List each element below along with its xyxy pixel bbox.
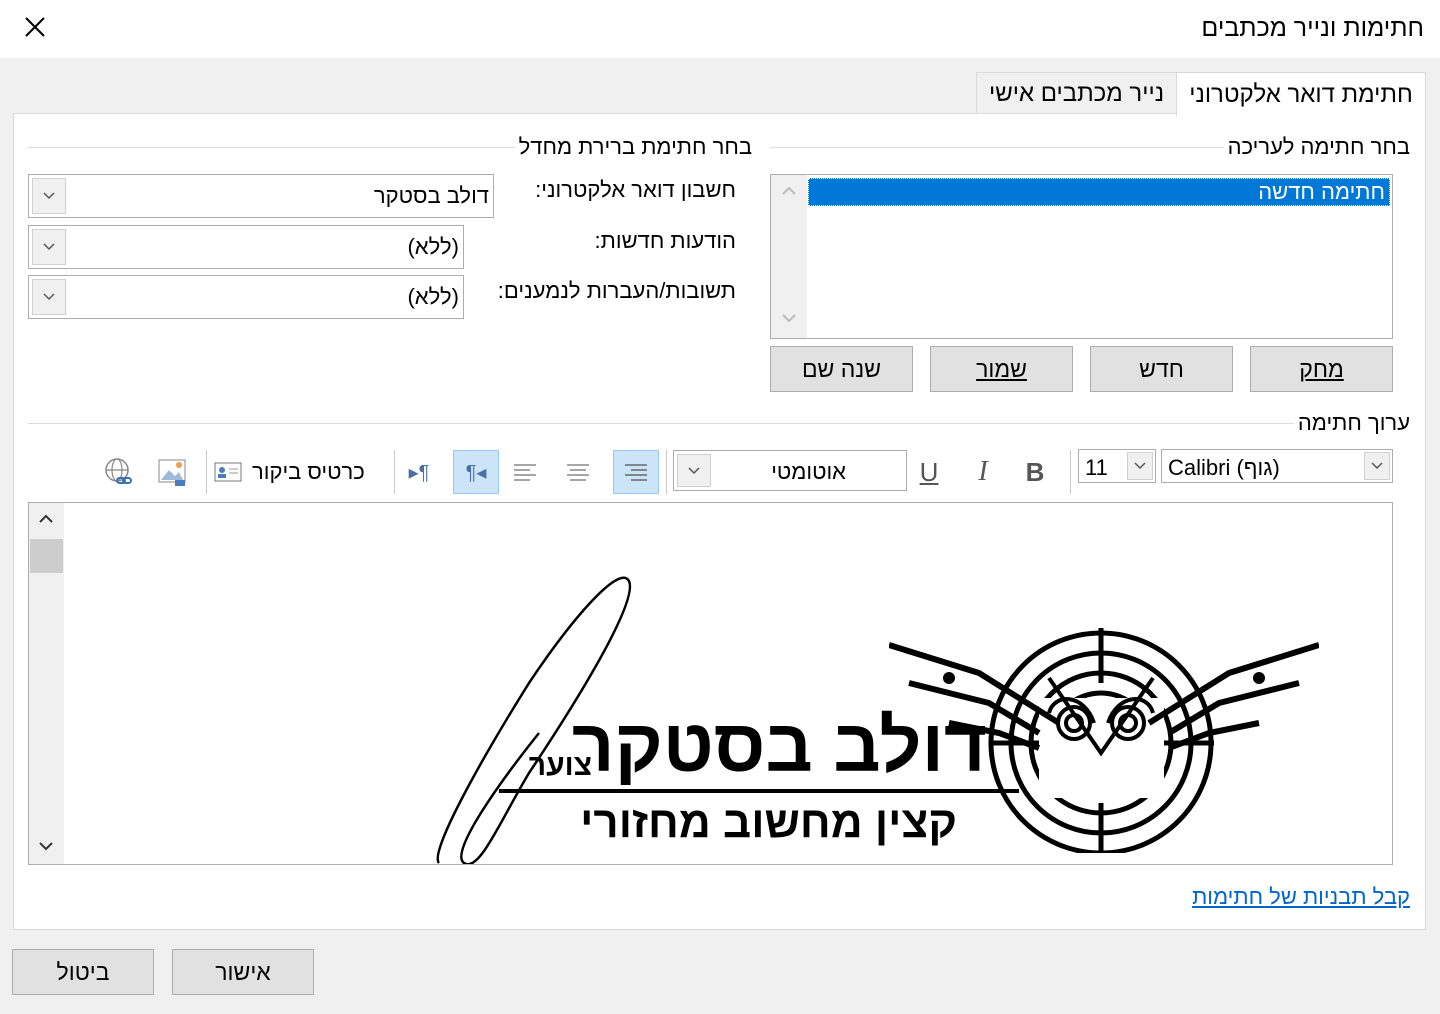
scrollbar[interactable] [771, 175, 807, 338]
default-signature-label: בחר חתימת ברירת מחדל [514, 134, 756, 160]
divider [206, 450, 207, 494]
ltr-paragraph-icon[interactable]: ▸¶ [396, 450, 442, 494]
divider [394, 450, 395, 494]
chevron-up-icon[interactable] [781, 185, 797, 197]
dropdown-button[interactable] [32, 178, 66, 214]
edit-signature-label: ערוך חתימה [1293, 410, 1414, 436]
dropdown-button[interactable] [32, 279, 66, 315]
select-signature-label: בחר חתימה לעריכה [1223, 134, 1414, 160]
rename-button[interactable]: שנה שם [770, 346, 913, 392]
business-card-icon [214, 462, 242, 482]
signature-name: דולב בסטקר [571, 704, 987, 787]
signature-job-title: קצין מחשוב מחזורי [580, 798, 957, 847]
chevron-down-icon [43, 192, 55, 200]
tab-personal-stationery[interactable]: נייר מכתבים אישי [976, 72, 1177, 114]
dropdown-button[interactable] [1127, 452, 1153, 480]
cancel-button[interactable]: ביטול [12, 949, 154, 995]
divider [1070, 450, 1071, 494]
signature-list[interactable]: חתימה חדשה [770, 174, 1393, 339]
signature-underline [499, 789, 1019, 793]
delete-button[interactable]: מחק [1250, 346, 1393, 392]
divider [666, 450, 667, 494]
align-center-icon[interactable] [555, 450, 601, 494]
chevron-down-icon [43, 243, 55, 251]
chevron-down-icon[interactable] [781, 312, 797, 324]
align-left-icon[interactable] [502, 450, 548, 494]
dropdown-button[interactable] [677, 454, 711, 487]
replies-label: תשובות/העברות לנמענים: [497, 278, 736, 303]
chevron-down-icon [43, 293, 55, 301]
rtl-paragraph-icon[interactable]: ¶◂ [453, 450, 499, 494]
ok-button[interactable]: אישור [172, 949, 314, 995]
email-account-label: חשבון דואר אלקטרוני: [535, 177, 736, 202]
save-button[interactable]: שמור [930, 346, 1073, 392]
close-icon[interactable] [22, 14, 48, 40]
replies-select[interactable]: (ללא) [28, 275, 464, 319]
font-size-select[interactable]: 11 [1078, 449, 1156, 483]
email-account-select[interactable]: דולב בסטקר [28, 174, 494, 218]
signature-editor[interactable]: דולב בסטקר צוער קצין מחשוב מחזורי [28, 502, 1393, 865]
new-button[interactable]: חדש [1090, 346, 1233, 392]
align-right-icon[interactable] [613, 450, 659, 494]
window-title: חתימות ונייר מכתבים [1201, 14, 1424, 42]
dropdown-button[interactable] [1364, 452, 1390, 480]
scrollbar[interactable] [29, 503, 64, 864]
get-signature-templates-link[interactable]: קבל תבניות של חתימות [1192, 884, 1410, 910]
list-item[interactable]: חתימה חדשה [808, 178, 1390, 206]
new-messages-select[interactable]: (ללא) [28, 225, 464, 269]
chevron-down-icon [1371, 462, 1383, 470]
new-messages-label: הודעות חדשות: [594, 228, 736, 253]
insert-picture-icon[interactable] [150, 450, 196, 494]
dropdown-button[interactable] [32, 229, 66, 265]
chevron-up-icon[interactable] [38, 513, 54, 525]
divider [28, 423, 1408, 424]
title-bar: חתימות ונייר מכתבים [0, 0, 1440, 59]
chevron-down-icon [688, 466, 700, 474]
signature-rank: צוער [528, 749, 592, 782]
chevron-down-icon[interactable] [38, 840, 54, 852]
scrollbar-thumb[interactable] [30, 539, 63, 573]
insert-hyperlink-icon[interactable] [96, 450, 142, 494]
font-select[interactable]: Calibri (גוף) [1161, 449, 1393, 483]
tab-email-signature[interactable]: חתימת דואר אלקטרוני [1176, 72, 1426, 116]
chevron-down-icon [1134, 462, 1146, 470]
business-card-button[interactable]: כרטיס ביקור [214, 452, 390, 492]
italic-icon[interactable]: I [960, 450, 1006, 494]
underline-icon[interactable]: U [906, 450, 952, 494]
bold-icon[interactable]: B [1012, 450, 1058, 494]
font-color-select[interactable]: אוטומטי [673, 450, 907, 491]
